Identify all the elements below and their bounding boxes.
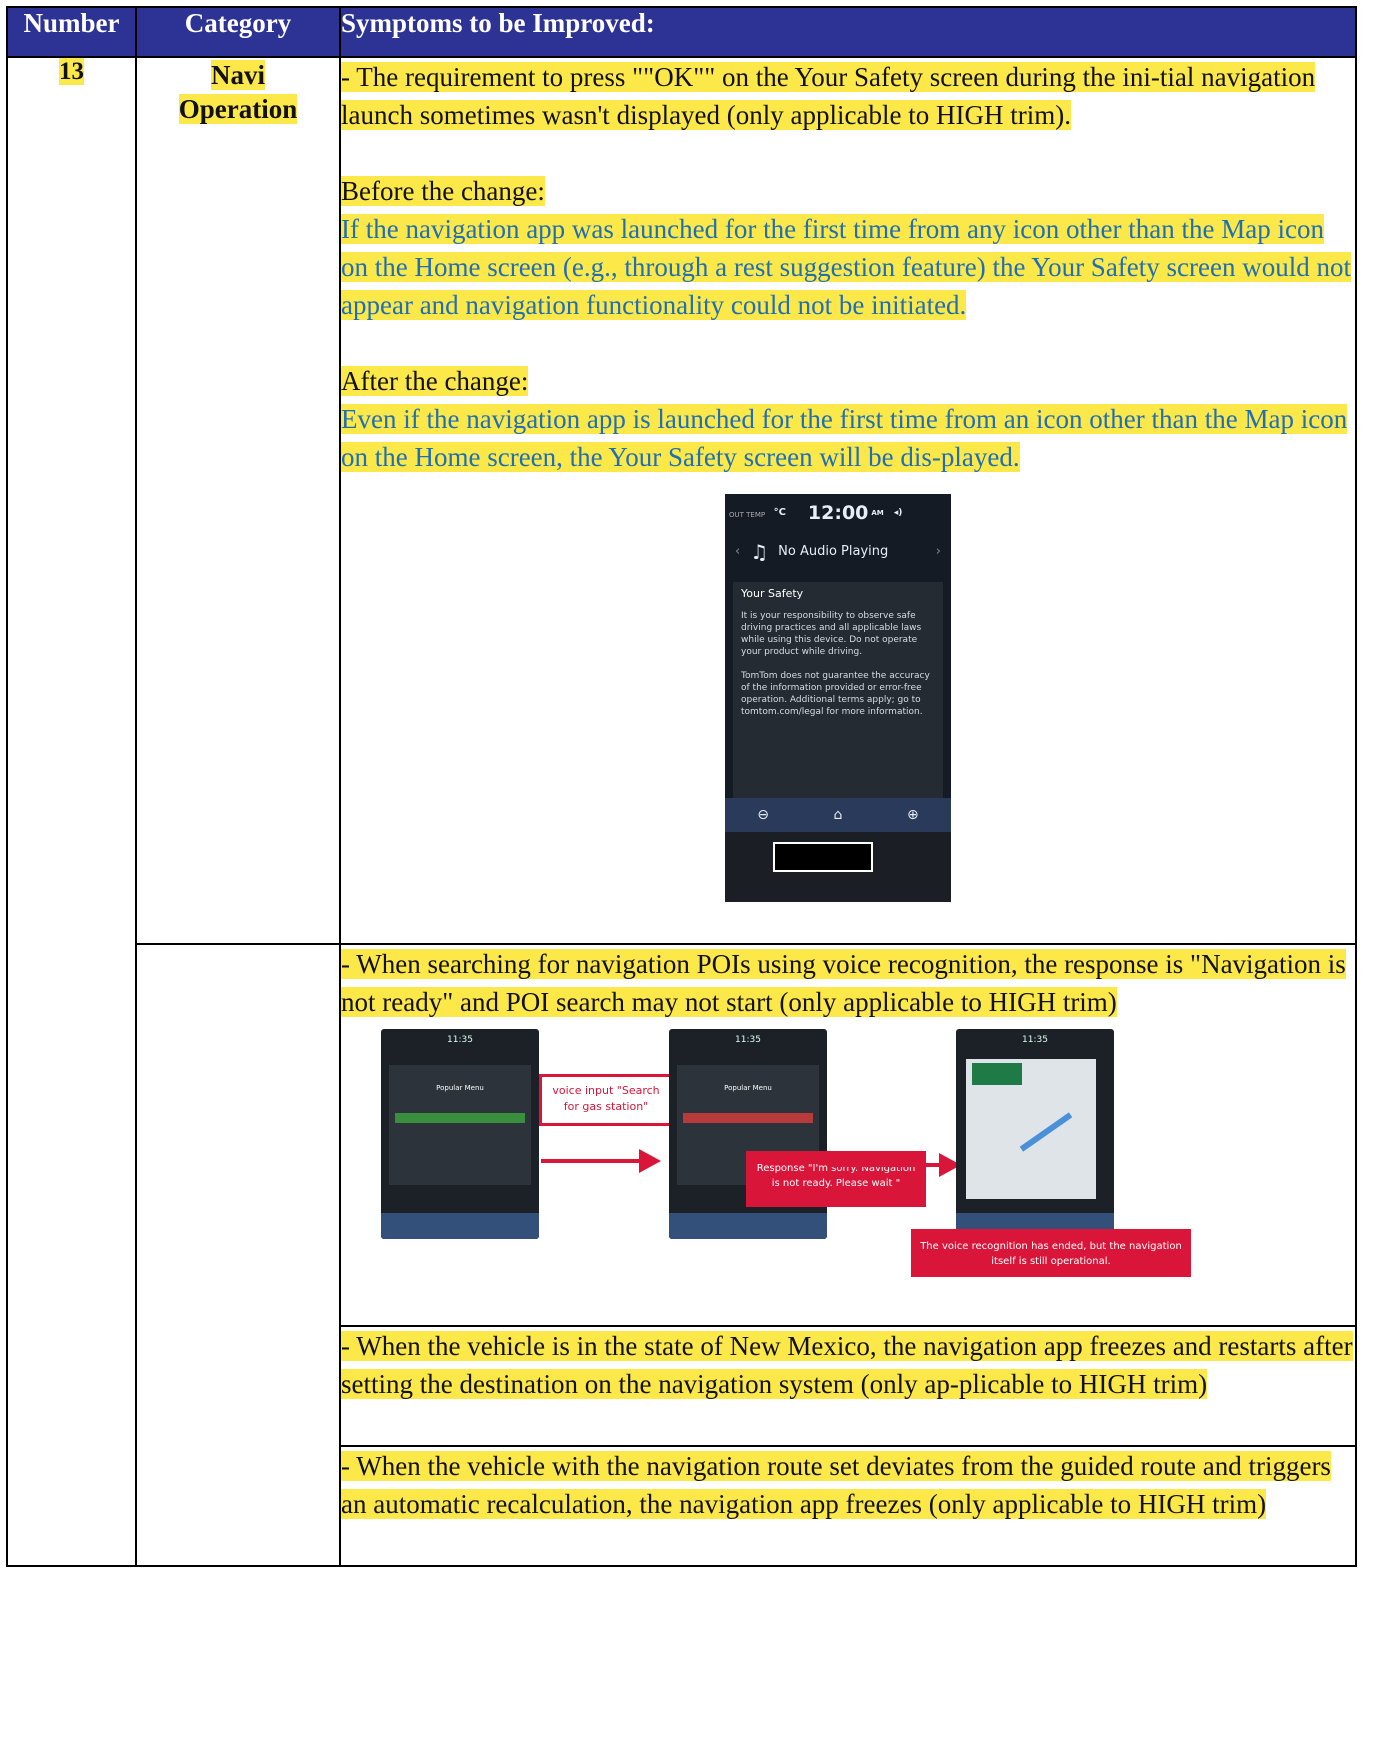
symptom-cell-2: - When searching for navigation POIs usi… (339, 943, 1357, 1327)
climate-bar (725, 832, 951, 902)
category-line2: Operation (178, 94, 298, 124)
temp-unit: °C (773, 507, 786, 518)
symptom-3-text: - When the vehicle is in the state of Ne… (341, 1331, 1353, 1399)
phone-screen-1: 11:35 Popular Menu (381, 1029, 539, 1239)
symptom-2-text: - When searching for navigation POIs usi… (341, 949, 1346, 1017)
am-label: AM (871, 509, 884, 517)
symptom-cell-1: - The requirement to press ""OK"" on the… (339, 56, 1357, 945)
header-number: Number (6, 6, 137, 58)
empty-category-cell (135, 943, 341, 1567)
symptom-cell-3: - When the vehicle is in the state of Ne… (339, 1325, 1357, 1447)
audio-bar: ‹ ♫ No Audio Playing › (725, 532, 951, 572)
row-number: 13 (59, 58, 84, 85)
phone-screen-3: 11:35 (956, 1029, 1114, 1239)
row-category-cell: Navi Operation (135, 56, 341, 945)
phone-screen-2: 11:35 Popular Menu (669, 1029, 827, 1239)
music-note-icon: ♫ (750, 540, 769, 564)
voice-input-callout: voice input "Search for gas station" (539, 1074, 673, 1126)
navigation-map (966, 1059, 1096, 1199)
safety-paragraph-1: It is your responsibility to observe saf… (741, 611, 922, 657)
clock: 12:00 (807, 502, 869, 524)
safety-panel: Your Safety It is your responsibility to… (733, 582, 943, 812)
category-line1: Navi (211, 60, 265, 90)
audio-status: No Audio Playing (778, 544, 889, 559)
response-callout: Response "I'm sorry. Navigation is not r… (746, 1151, 926, 1207)
home-icon: ⌂ (833, 807, 843, 823)
safety-title: Your Safety (741, 587, 804, 600)
after-label: After the change: (341, 366, 529, 396)
chevron-left-icon: ‹ (735, 544, 741, 559)
phone-3-clock: 11:35 (1022, 1035, 1048, 1045)
volume-icon: ◂) (893, 508, 903, 518)
menu-title: Popular Menu (436, 1084, 484, 1092)
phone-2-clock: 11:35 (735, 1035, 761, 1045)
voice-recognition-diagram: 11:35 Popular Menu voice input "Search f… (381, 1029, 1261, 1299)
before-label: Before the change: (341, 176, 545, 206)
popular-menu: Popular Menu (389, 1065, 531, 1185)
phone-1-clock: 11:35 (447, 1035, 473, 1045)
before-text: If the navigation app was launched for t… (341, 214, 1351, 320)
header-row: Number Category Symptoms to be Improved: (6, 6, 1357, 58)
improvement-table: Number Category Symptoms to be Improved:… (6, 6, 1357, 1567)
voice-ended-callout: The voice recognition has ended, but the… (911, 1229, 1191, 1277)
after-text: Even if the navigation app is launched f… (341, 404, 1348, 472)
user-icon: ⊕ (906, 807, 919, 823)
table-row: - When searching for navigation POIs usi… (7, 943, 1357, 1567)
header-symptoms: Symptoms to be Improved: (339, 6, 1357, 58)
symptom-4-text: - When the vehicle with the navigation r… (341, 1451, 1331, 1519)
symptom-cell-4: - When the vehicle with the navigation r… (339, 1445, 1357, 1567)
out-temp-label: OUT TEMP (729, 511, 766, 519)
symptom-1-text: - The requirement to press ""OK"" on the… (341, 62, 1316, 130)
car-icon: ⊖ (757, 807, 769, 823)
table-row: 13 Navi Operation - The requirement to p… (6, 56, 1357, 1567)
climate-display (773, 842, 873, 872)
your-safety-screenshot: OUT TEMP °C 12:00 AM ◂) ‹ ♫ No Audio Pla… (725, 494, 951, 902)
header-category: Category (135, 6, 341, 58)
menu-title-2: Popular Menu (724, 1084, 772, 1092)
dock-bar: ⊖ ⌂ ⊕ (725, 798, 951, 832)
safety-paragraph-2: TomTom does not guarantee the accuracy o… (741, 671, 930, 717)
chevron-right-icon: › (935, 544, 941, 559)
row-number-cell: 13 (6, 56, 137, 1567)
